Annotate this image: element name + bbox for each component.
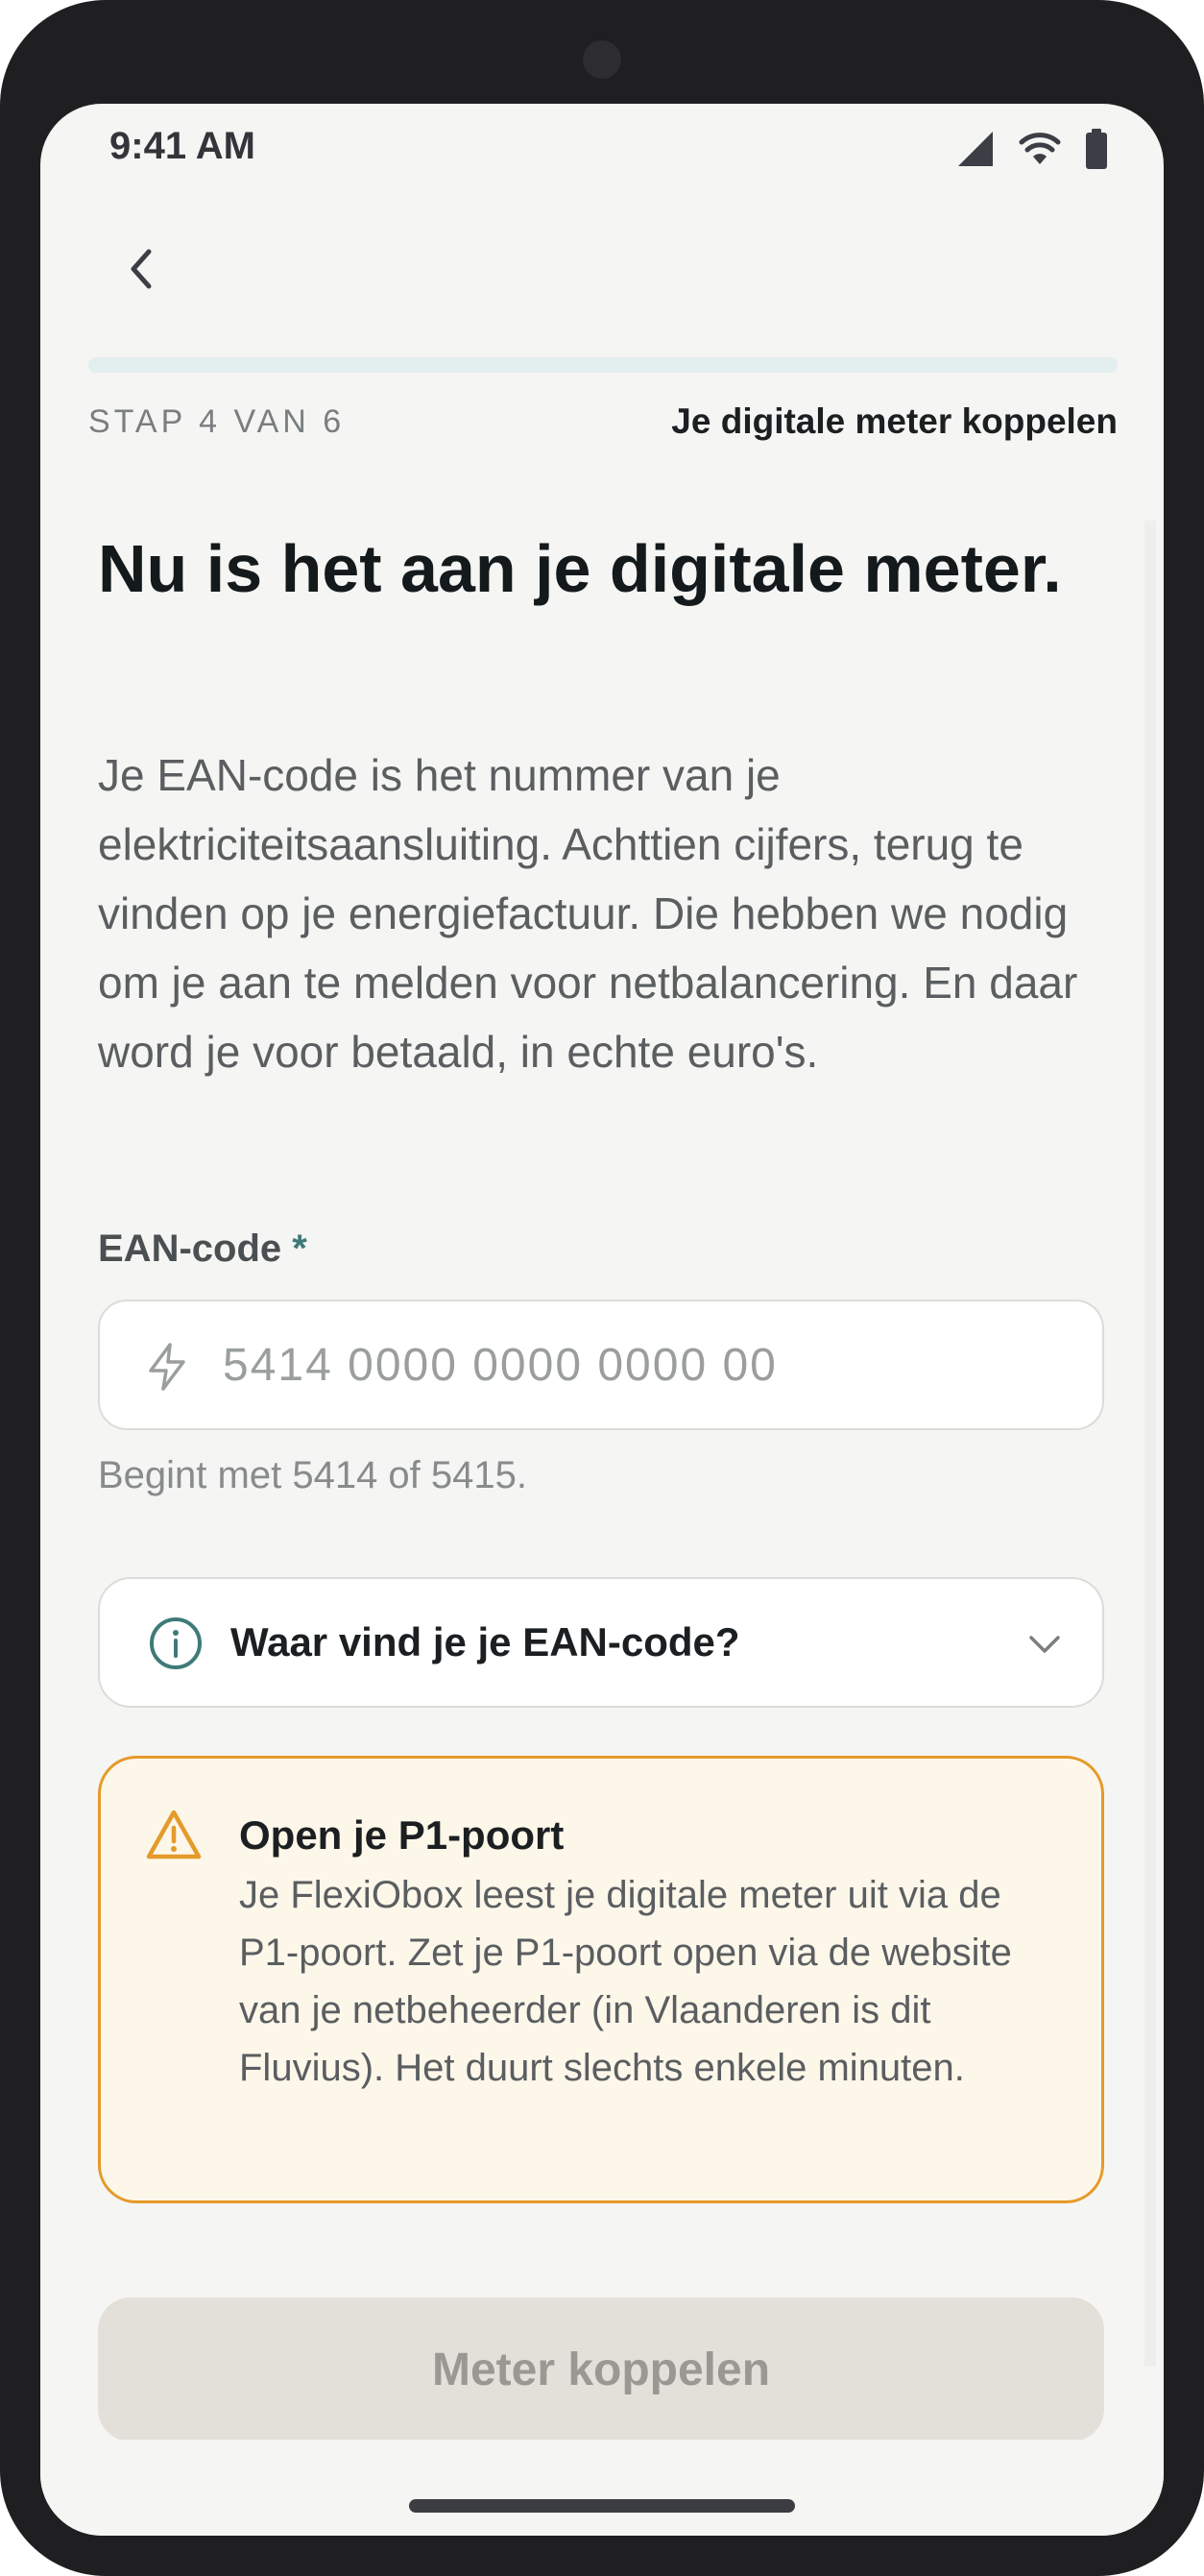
battery-icon bbox=[1086, 129, 1107, 169]
device-frame: 9:41 AM STAP 4 VAN 6 Je digitale meter k… bbox=[0, 0, 1204, 2576]
ean-input[interactable] bbox=[223, 1330, 1068, 1399]
intro-text: Je EAN-code is het nummer van je elektri… bbox=[98, 750, 1078, 1077]
ean-field[interactable] bbox=[98, 1300, 1104, 1430]
ean-label-text: EAN-code bbox=[98, 1227, 282, 1270]
bolt-icon bbox=[149, 1343, 185, 1391]
progress-bar bbox=[88, 357, 1118, 373]
front-camera bbox=[583, 40, 621, 79]
page-title: Nu is het aan je digitale meter. bbox=[98, 531, 1062, 606]
ean-label: EAN-code * bbox=[98, 1227, 307, 1271]
required-mark: * bbox=[292, 1227, 307, 1270]
accordion-label: Waar vind je je EAN-code? bbox=[230, 1619, 740, 1665]
warning-body: Je FlexiObox leest je digitale meter uit… bbox=[239, 1874, 1012, 2089]
chevron-down-icon bbox=[1029, 1636, 1060, 1653]
warning-title: Open je P1-poort bbox=[239, 1812, 565, 1858]
chevron-left-icon bbox=[131, 249, 152, 289]
ean-helper-text: Begint met 5414 of 5415. bbox=[98, 1454, 527, 1496]
back-button[interactable] bbox=[113, 240, 171, 298]
signal-icon bbox=[958, 132, 993, 166]
app-screen: 9:41 AM STAP 4 VAN 6 Je digitale meter k… bbox=[40, 104, 1164, 2536]
step-counter: STAP 4 VAN 6 bbox=[88, 403, 346, 440]
connect-meter-button[interactable]: Meter koppelen bbox=[98, 2297, 1104, 2442]
status-bar: 9:41 AM bbox=[40, 104, 1164, 200]
scroll-indicator[interactable] bbox=[1144, 521, 1156, 2367]
info-icon bbox=[150, 1617, 202, 1669]
wifi-icon bbox=[1019, 133, 1061, 164]
bottom-safe-area bbox=[40, 2440, 1164, 2536]
status-time: 9:41 AM bbox=[109, 125, 255, 167]
home-indicator[interactable] bbox=[409, 2499, 795, 2513]
warning-icon bbox=[146, 1810, 202, 1859]
step-title: Je digitale meter koppelen bbox=[671, 401, 1118, 441]
status-icons bbox=[956, 129, 1108, 169]
ean-help-accordion[interactable]: Waar vind je je EAN-code? bbox=[98, 1577, 1104, 1708]
p1-port-warning: Open je P1-poort Je FlexiObox leest je d… bbox=[98, 1756, 1104, 2203]
